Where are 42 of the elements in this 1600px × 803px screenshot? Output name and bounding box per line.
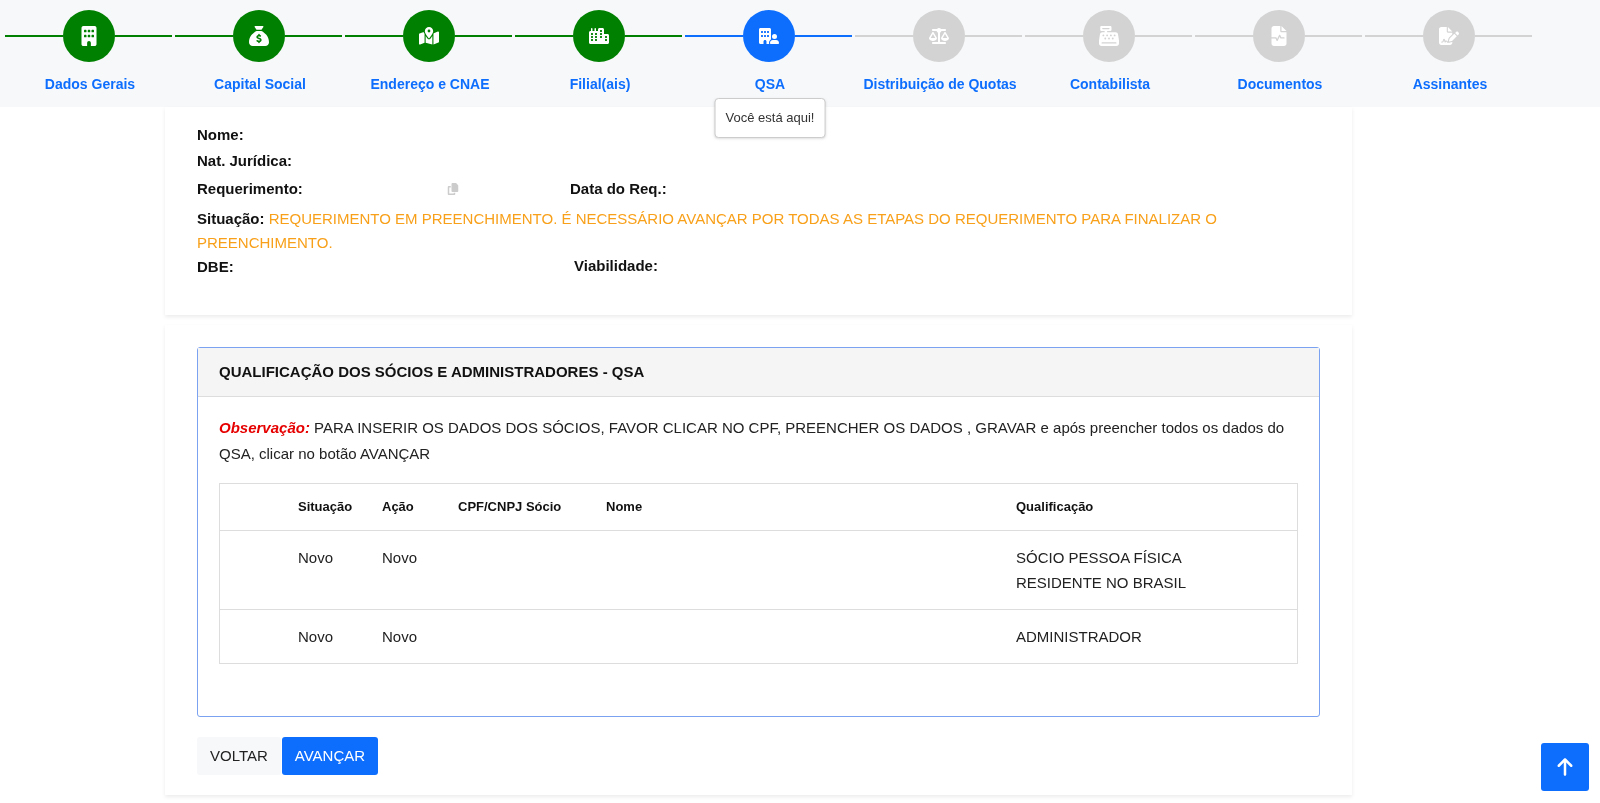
signature-document-icon: [1438, 26, 1459, 46]
arrow-up-icon: [1555, 757, 1575, 777]
map-icon: [418, 26, 439, 46]
step-link[interactable]: Capital Social: [214, 74, 306, 95]
table-cell-text: ADMINISTRADOR: [1016, 627, 1143, 647]
step-link[interactable]: Filial(ais): [569, 74, 631, 95]
field-label: Nat. Jurídica:: [197, 150, 294, 171]
tooltip: Você está aqui!: [714, 98, 826, 138]
column-header: CPF/CNPJ Sócio: [458, 499, 562, 515]
table-cell: Novo: [382, 628, 418, 645]
field-label: Requerimento:: [197, 180, 303, 197]
step-link[interactable]: Endereço e CNAE: [370, 74, 490, 95]
column-header: Nome: [606, 499, 643, 515]
step-link[interactable]: Documentos: [1237, 74, 1323, 95]
back-button[interactable]: VOLTAR: [197, 737, 281, 775]
cash-register-icon: [1098, 26, 1119, 46]
document-icon: [1268, 26, 1289, 46]
table-cell-text: SÓCIO PESSOA FÍSICA RESIDENTE NO BRASIL: [1016, 548, 1188, 593]
step-link[interactable]: Contabilista: [1069, 74, 1151, 95]
table-cell: Novo: [298, 549, 334, 566]
column-header: Situação: [298, 499, 353, 515]
money-bag-icon: [248, 26, 269, 46]
column-header: Ação: [382, 499, 414, 515]
panel-title: QUALIFICAÇÃO DOS SÓCIOS E ADMINISTRADORES - QSA: [219, 361, 645, 382]
step-link[interactable]: QSA: [754, 74, 786, 95]
step-link[interactable]: Distribuição de Quotas: [863, 74, 1017, 95]
step-link[interactable]: Assinantes: [1412, 74, 1488, 95]
status-text: Situação: REQUERIMENTO EM PREENCHIMENTO. É NECESSÁRIO AVANÇAR POR TODAS AS ETAPAS DO REQUERIMENTO PARA FINALIZAR O PREENCHIMENTO.: [197, 209, 1218, 253]
table-cell: Novo: [382, 549, 418, 566]
field-label: DBE:: [197, 258, 234, 275]
building-user-icon: [758, 26, 779, 46]
table-cell: Novo: [298, 628, 334, 645]
field-label: Nome:: [197, 125, 245, 145]
column-header: Qualificação: [1016, 499, 1094, 515]
observation-text: Observação: PARA INSERIR OS DADOS DOS SÓCIOS, FAVOR CLICAR NO CPF, PREENCHER OS DADOS , GRAVAR e após preencher todos os dados do QSA, clicar no botão AVANÇAR: [219, 418, 1286, 464]
next-button[interactable]: AVANÇAR: [281, 737, 379, 775]
step-link[interactable]: Dados Gerais: [44, 74, 136, 95]
city-icon: [588, 26, 609, 46]
scroll-top-button[interactable]: [1541, 743, 1589, 791]
scale-icon: [928, 26, 949, 46]
field-label: Data do Req.:: [570, 178, 667, 199]
field-label: Viabilidade:: [574, 256, 658, 276]
